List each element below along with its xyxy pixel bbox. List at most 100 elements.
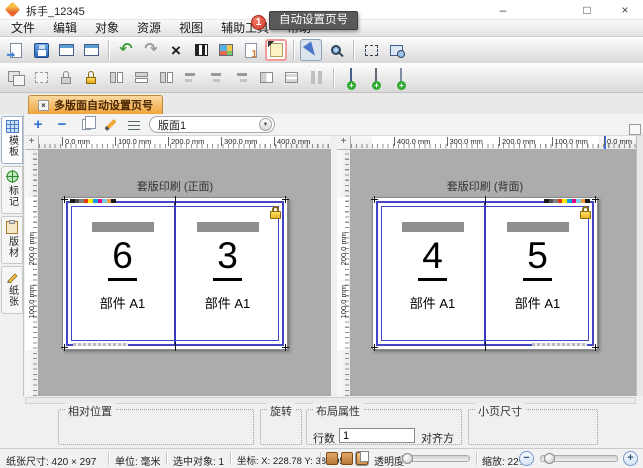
swap-panes-button[interactable] bbox=[155, 67, 177, 89]
ruler-label: 100.0 mm bbox=[115, 137, 151, 146]
page-cell[interactable]: 6 部件 A1 bbox=[72, 210, 173, 337]
rows-view-icon bbox=[285, 72, 298, 83]
page-number: 6 bbox=[108, 234, 137, 281]
menu-view[interactable]: 视图 bbox=[170, 20, 212, 37]
tab-close-icon[interactable]: × bbox=[38, 100, 49, 111]
zoom-in-button[interactable]: + bbox=[623, 451, 638, 466]
page-cell[interactable]: 4 部件 A1 bbox=[382, 210, 483, 337]
ruler-origin-icon: + bbox=[25, 136, 39, 150]
add-window-button[interactable] bbox=[340, 67, 362, 89]
flip-vertical-button[interactable] bbox=[130, 67, 152, 89]
rows-input[interactable] bbox=[339, 428, 415, 443]
front-canvas[interactable]: 套版印刷 (正面) 6 部件 A1 bbox=[39, 150, 331, 396]
properties-panel: 相对位置 旋转 布局属性 行数 对齐方式 小页尺寸 ▲ ▼ bbox=[0, 406, 643, 448]
zoom-tool-button[interactable] bbox=[325, 39, 347, 61]
minimize-button[interactable]: – bbox=[484, 0, 522, 20]
separator bbox=[353, 40, 354, 60]
lock-disabled-button[interactable] bbox=[55, 67, 77, 89]
columns-view-button[interactable] bbox=[190, 39, 212, 61]
delete-icon: × bbox=[171, 42, 181, 59]
columns-pair-button[interactable] bbox=[305, 67, 327, 89]
layout-select[interactable]: 版面1 ▼ bbox=[149, 116, 275, 133]
page-double-icon[interactable] bbox=[341, 452, 353, 465]
sidebar-tab-paper[interactable]: 纸张 bbox=[1, 266, 23, 314]
sidebar-tab-marks[interactable]: 标记 bbox=[1, 166, 23, 214]
page-header-bar bbox=[402, 222, 464, 232]
ungroup-button[interactable] bbox=[30, 67, 52, 89]
export-window-button[interactable] bbox=[80, 39, 102, 61]
document-tab[interactable]: × 多版面自动设置页号 bbox=[28, 95, 163, 114]
sidebar-tab-templates[interactable]: 模板 bbox=[1, 116, 23, 164]
menu-object[interactable]: 对象 bbox=[86, 20, 128, 37]
add-color-grid-button[interactable] bbox=[365, 67, 387, 89]
separator bbox=[333, 68, 334, 88]
page-header-bar bbox=[197, 222, 259, 232]
select-tool-button[interactable] bbox=[300, 39, 322, 61]
tooltip: 自动设置页号 bbox=[269, 11, 358, 30]
page-number: 4 bbox=[418, 234, 447, 281]
transparency-slider-thumb[interactable] bbox=[402, 453, 413, 464]
zoom-out-button[interactable]: − bbox=[519, 451, 534, 466]
sidebar-tab-plates[interactable]: 版材 bbox=[1, 216, 23, 264]
page-fold-icon[interactable] bbox=[356, 452, 368, 465]
import-window-button[interactable] bbox=[55, 39, 77, 61]
split-view-button-small[interactable] bbox=[629, 124, 641, 135]
align-center-button[interactable] bbox=[205, 67, 227, 89]
group-button[interactable] bbox=[5, 67, 27, 89]
maximize-button[interactable]: □ bbox=[568, 0, 606, 20]
list-icon bbox=[128, 120, 140, 130]
add-layout-button[interactable]: + bbox=[29, 116, 47, 134]
page-number: 5 bbox=[523, 234, 552, 281]
flip-horizontal-button[interactable] bbox=[105, 67, 127, 89]
new-document-button[interactable] bbox=[5, 39, 27, 61]
delete-button[interactable]: × bbox=[165, 39, 187, 61]
align-left-icon bbox=[185, 72, 197, 83]
ruler-label: 200.0 mm bbox=[27, 232, 36, 265]
group-icon bbox=[8, 71, 24, 85]
page-cell[interactable]: 5 部件 A1 bbox=[487, 210, 588, 337]
align-right-button[interactable] bbox=[230, 67, 252, 89]
page-cell[interactable]: 3 部件 A1 bbox=[177, 210, 278, 337]
edit-layout-button[interactable] bbox=[101, 116, 119, 134]
menu-resource[interactable]: 资源 bbox=[128, 20, 170, 37]
undo-button[interactable]: ↶ bbox=[115, 39, 137, 61]
marquee-select-button[interactable] bbox=[360, 39, 382, 61]
page-single-icon[interactable] bbox=[326, 452, 338, 465]
slug-line bbox=[532, 343, 587, 346]
save-button[interactable] bbox=[30, 39, 52, 61]
separator bbox=[166, 452, 167, 465]
remove-layout-button[interactable]: − bbox=[53, 116, 71, 134]
ruler-label: 100.0 mm bbox=[27, 285, 36, 318]
split-view-button[interactable] bbox=[255, 67, 277, 89]
front-sheet[interactable]: 6 部件 A1 3 部件 A1 bbox=[62, 197, 288, 350]
dropdown-arrow-icon[interactable]: ▼ bbox=[259, 118, 272, 131]
close-button[interactable]: × bbox=[606, 0, 643, 20]
copy-layout-button[interactable] bbox=[77, 116, 95, 134]
lock-button[interactable] bbox=[80, 67, 102, 89]
back-sheet[interactable]: 4 部件 A1 5 部件 A1 bbox=[372, 197, 598, 350]
page-number-one-button[interactable] bbox=[240, 39, 262, 61]
sidebar-tab-label: 纸张 bbox=[5, 285, 20, 307]
zoom-slider-thumb[interactable] bbox=[544, 453, 555, 464]
preview-button[interactable] bbox=[385, 39, 407, 61]
ruler-label: 200.0 mm bbox=[168, 137, 204, 146]
color-grid-button[interactable] bbox=[215, 39, 237, 61]
group-page-size: 小页尺寸 bbox=[468, 409, 598, 445]
menu-edit[interactable]: 编辑 bbox=[44, 20, 86, 37]
page-number-one-icon bbox=[245, 43, 257, 58]
align-left-button[interactable] bbox=[180, 67, 202, 89]
redo-button[interactable]: ↷ bbox=[140, 39, 162, 61]
vertical-scrollbar[interactable] bbox=[636, 136, 643, 396]
ruler-label: 400.0 mm bbox=[394, 137, 430, 146]
rows-view-button[interactable] bbox=[280, 67, 302, 89]
group-relative-position: 相对位置 bbox=[58, 409, 254, 445]
add-page-button[interactable] bbox=[390, 67, 412, 89]
preview-icon bbox=[390, 45, 403, 56]
back-canvas[interactable]: 套版印刷 (背面) 4 部件 A1 bbox=[351, 150, 636, 396]
crop-mark bbox=[485, 196, 486, 205]
menu-file[interactable]: 文件 bbox=[2, 20, 44, 37]
layout-list-button[interactable] bbox=[125, 116, 143, 134]
callout-badge: 1 bbox=[251, 15, 266, 30]
selected-objects-status: 选中对象: 1 bbox=[173, 453, 224, 468]
auto-page-number-button[interactable] bbox=[265, 39, 287, 61]
